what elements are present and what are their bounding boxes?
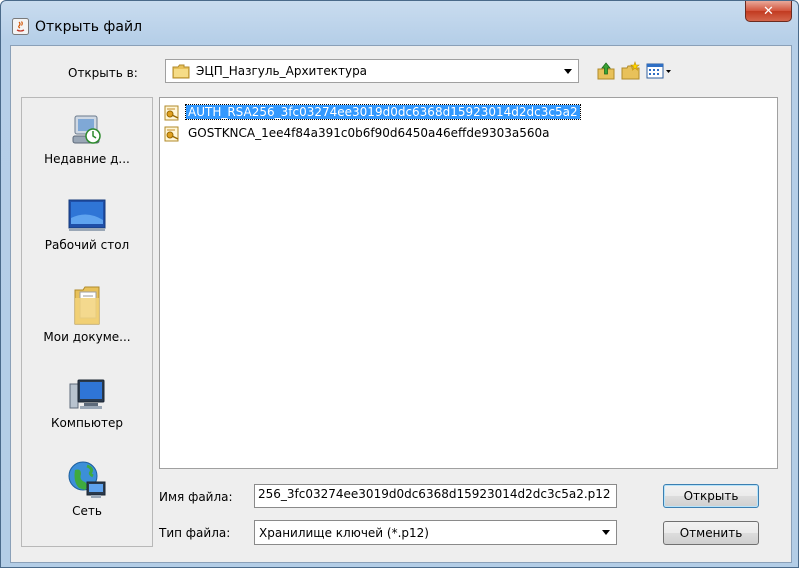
network-icon <box>68 461 106 498</box>
filetype-value: Хранилище ключей (*.p12) <box>259 526 429 540</box>
filetype-select[interactable]: Хранилище ключей (*.p12) <box>254 520 617 545</box>
recent-icon <box>72 115 101 144</box>
filename-label: Имя файла: <box>159 490 233 504</box>
place-recent-label: Недавние д... <box>44 152 130 166</box>
up-folder-icon[interactable] <box>595 60 617 82</box>
file-list[interactable]: AUTH_RSA256_3fc03274ee3019d0dc6368d15923… <box>159 97 778 469</box>
place-network[interactable]: Сеть <box>22 460 152 518</box>
certificate-file-icon <box>164 126 179 142</box>
places-bar: Недавние д... Рабочий стол Мои докуме...… <box>21 97 153 547</box>
window-title: Открыть файл <box>35 19 143 35</box>
open-button[interactable]: Открыть <box>663 484 759 508</box>
close-button[interactable]: ✕ <box>745 1 792 22</box>
java-app-icon <box>12 18 29 35</box>
new-folder-icon[interactable] <box>620 60 642 82</box>
place-computer[interactable]: Компьютер <box>22 378 152 430</box>
file-name: AUTH_RSA256_3fc03274ee3019d0dc6368d15923… <box>185 104 581 120</box>
look-in-label: Открыть в: <box>68 66 138 80</box>
title-bar[interactable]: Открыть файл ✕ <box>1 1 798 45</box>
chevron-down-icon[interactable] <box>564 69 572 74</box>
look-in-value: ЭЦП_Назгуль_Архитектура <box>196 64 368 78</box>
place-documents[interactable]: Мои докуме... <box>22 284 152 344</box>
place-desktop-label: Рабочий стол <box>44 238 130 252</box>
desktop-icon <box>68 199 106 231</box>
file-name: GOSTKNCA_1ee4f84a391c0b6f90d6450a46effde… <box>188 126 550 140</box>
cancel-button[interactable]: Отменить <box>663 521 759 545</box>
computer-icon <box>69 379 105 409</box>
folder-icon <box>172 64 190 79</box>
open-file-dialog: Открыть файл ✕ Открыть в: ЭЦП_Назгуль_Ар… <box>0 0 799 568</box>
filetype-label: Тип файла: <box>159 526 231 540</box>
documents-icon <box>74 286 100 325</box>
chevron-down-icon[interactable] <box>602 530 610 535</box>
dialog-body: Открыть в: ЭЦП_Назгуль_Архитектура Недав… <box>10 45 792 563</box>
place-desktop[interactable]: Рабочий стол <box>22 198 152 252</box>
close-icon: ✕ <box>763 3 774 19</box>
place-network-label: Сеть <box>72 504 102 518</box>
filename-input[interactable]: 256_3fc03274ee3019d0dc6368d15923014d2dc3… <box>254 484 617 508</box>
certificate-file-icon <box>164 105 179 121</box>
view-menu-icon[interactable] <box>645 60 673 82</box>
place-documents-label: Мои докуме... <box>43 330 131 344</box>
look-in-combobox[interactable]: ЭЦП_Назгуль_Архитектура <box>165 59 579 83</box>
place-computer-label: Компьютер <box>51 416 123 430</box>
place-recent[interactable]: Недавние д... <box>22 112 152 166</box>
